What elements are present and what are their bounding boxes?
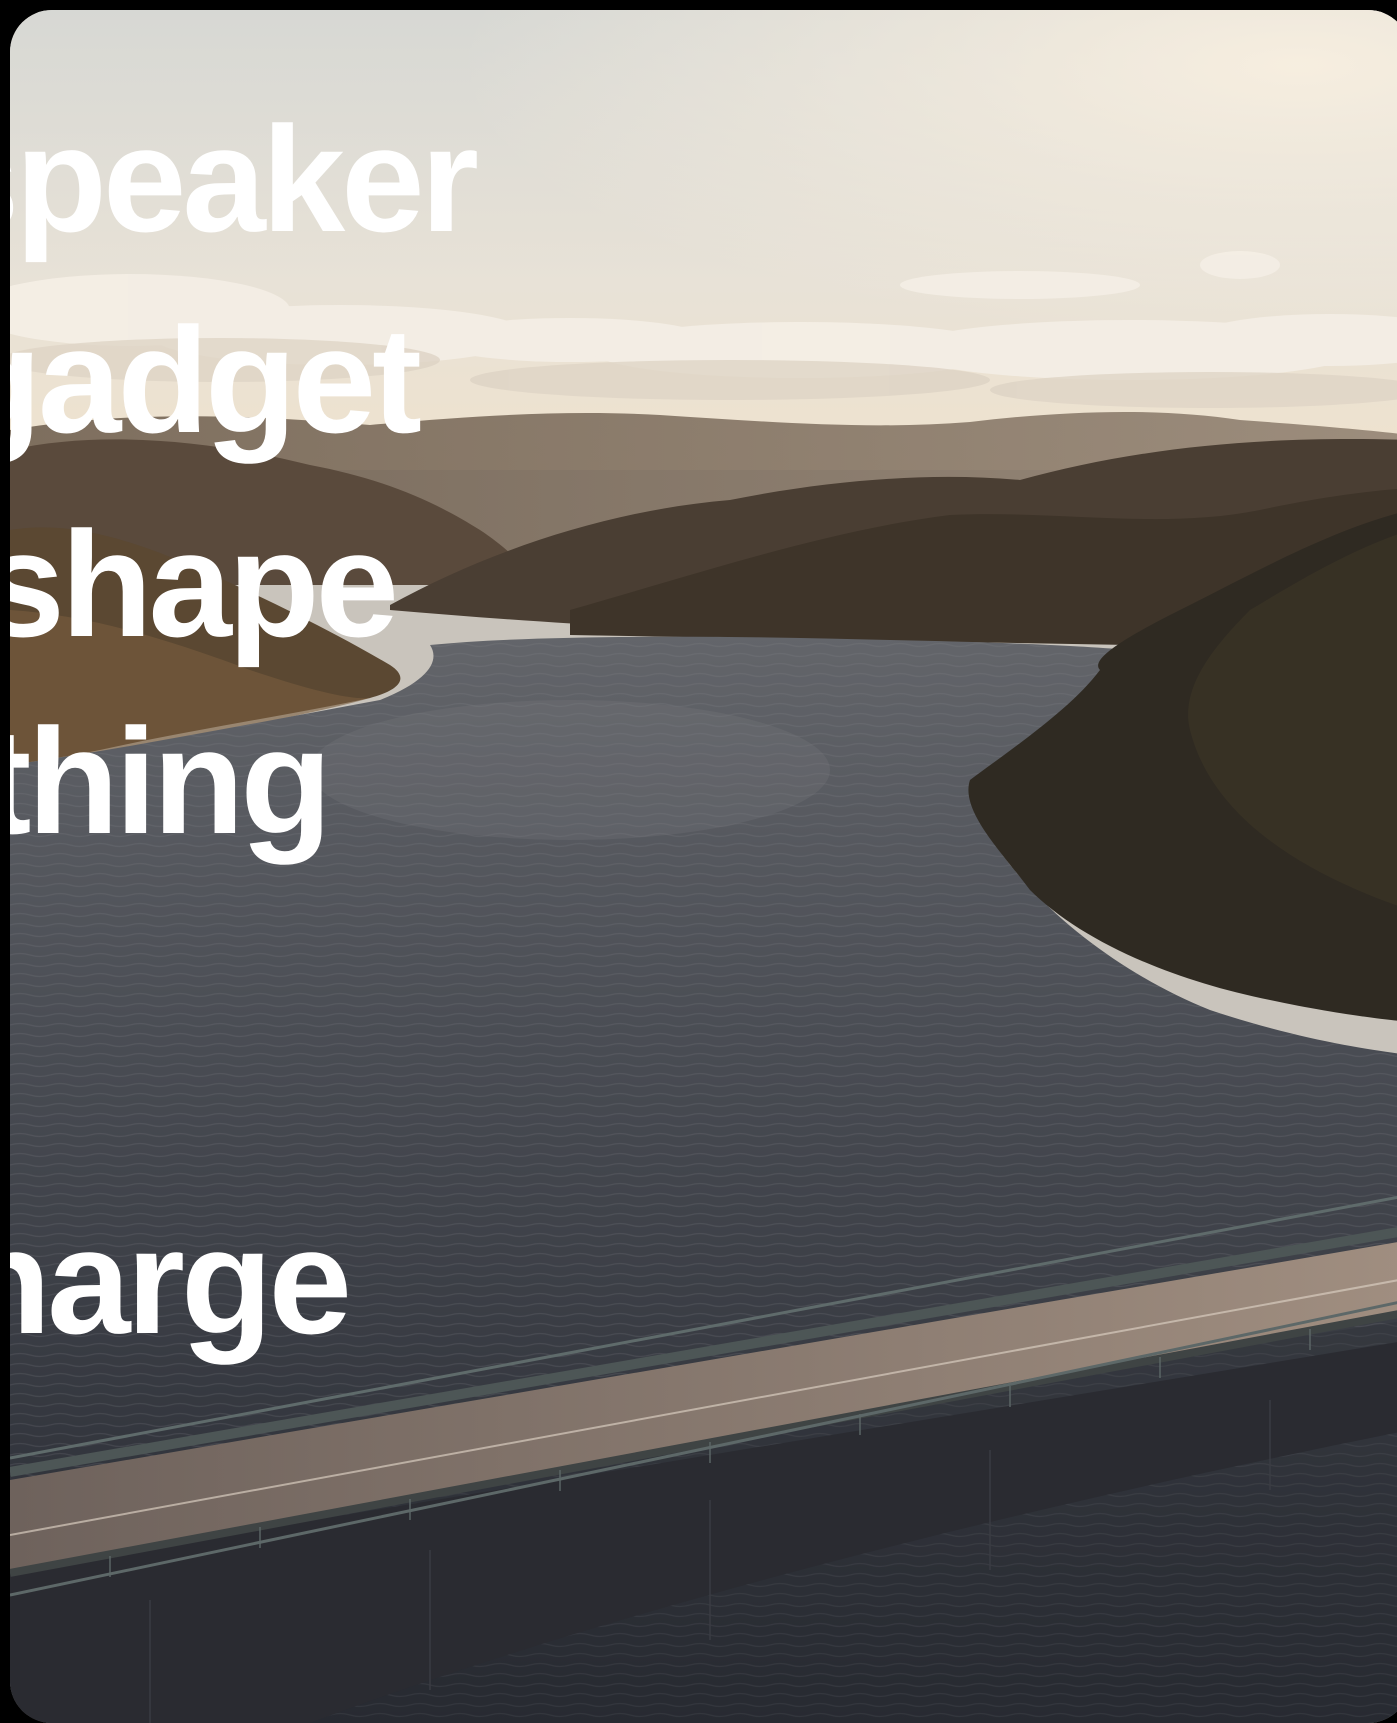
headline-line-3: shape: [10, 500, 399, 668]
headline-line-4: thing: [10, 697, 332, 865]
headline-line-1: speaker: [10, 95, 479, 263]
hero-card: speaker gadget shape thing charge: [10, 10, 1397, 1723]
landscape-photo: [10, 10, 1397, 1723]
headline-line-6: charge: [10, 1197, 352, 1365]
page-frame: speaker gadget shape thing charge: [0, 0, 1397, 1723]
headline-line-2: gadget: [10, 296, 422, 464]
